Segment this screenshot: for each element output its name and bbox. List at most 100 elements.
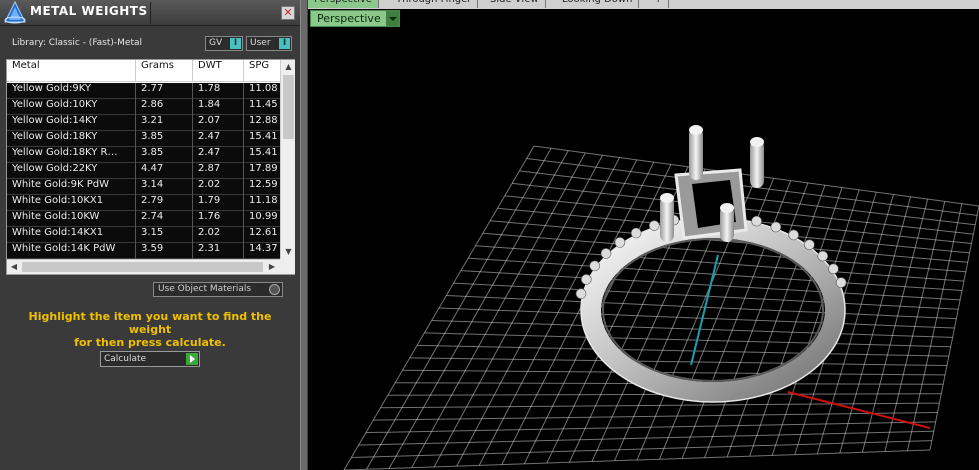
pave-stone xyxy=(630,227,642,239)
scroll-down-icon[interactable]: ▼ xyxy=(281,245,296,259)
column-header-dwt[interactable]: DWT xyxy=(193,60,244,82)
vertical-scroll-thumb[interactable] xyxy=(283,75,294,139)
table-row[interactable]: Yellow Gold:10KY 2.86 1.84 11.45 xyxy=(7,99,280,115)
cell-dwt: 2.47 xyxy=(193,147,244,163)
chevron-down-icon xyxy=(385,11,399,26)
scroll-right-icon[interactable]: ▶ xyxy=(265,260,279,274)
cell-metal: White Gold:10KW xyxy=(7,211,136,227)
table-row[interactable]: White Gold:10KX1 2.79 1.79 11.18 xyxy=(7,195,280,211)
grid-line xyxy=(409,357,947,367)
table-row[interactable]: Yellow Gold:18KY 3.85 2.47 15.41 xyxy=(7,131,280,147)
scroll-left-icon[interactable]: ◀ xyxy=(7,260,21,274)
use-object-materials-label: Use Object Materials xyxy=(158,284,252,294)
pave-stone xyxy=(600,248,612,259)
grid-line xyxy=(771,189,860,456)
cell-grams: 3.85 xyxy=(136,131,193,147)
pave-stone xyxy=(788,229,799,241)
tab-perspective[interactable]: Perspective xyxy=(308,0,379,8)
metal-table: Metal Grams DWT SPG Yellow Gold:9KY 2.77 1… xyxy=(6,59,295,275)
cell-dwt: 2.47 xyxy=(193,131,244,147)
table-row[interactable]: Yellow Gold:18KY R… 3.85 2.47 15.41 xyxy=(7,147,280,163)
app-window: METAL WEIGHTS ✕ Library: Classic - (Fast… xyxy=(0,0,979,470)
pave-stone xyxy=(575,288,587,299)
cell-spg: 11.45 xyxy=(249,99,278,110)
view-selector-dropdown[interactable]: Perspective xyxy=(310,10,400,27)
pave-stone xyxy=(817,250,829,262)
cell-metal: White Gold:10KX1 xyxy=(7,195,136,211)
cell-metal: Yellow Gold:18KY R… xyxy=(7,147,136,163)
grid-line xyxy=(906,203,963,451)
prong-tip xyxy=(750,137,764,147)
close-button[interactable]: ✕ xyxy=(281,6,295,20)
scroll-up-icon[interactable]: ▲ xyxy=(281,60,296,74)
panel-title: METAL WEIGHTS xyxy=(30,4,148,18)
table-header: Metal Grams DWT SPG xyxy=(7,60,280,82)
horizontal-scrollbar[interactable]: ◀ ▶ xyxy=(7,259,280,274)
user-toggle[interactable]: User I xyxy=(246,36,292,51)
pave-stone xyxy=(770,221,782,233)
table-row[interactable]: White Gold:14KX1 3.15 2.02 12.61 xyxy=(7,227,280,243)
horizontal-scroll-thumb[interactable] xyxy=(22,262,263,272)
cell-dwt: 1.76 xyxy=(193,211,244,227)
prong-tip xyxy=(689,125,703,135)
table-row[interactable]: White Gold:10KW 2.74 1.76 10.99 xyxy=(7,211,280,227)
pave-stone xyxy=(648,220,660,231)
pave-stone xyxy=(614,237,626,248)
library-label: Library: Classic - (Fast)-Metal xyxy=(12,38,143,48)
panel-splitter[interactable] xyxy=(300,0,308,470)
tab-side-view[interactable]: Side View xyxy=(484,0,546,8)
tab-looking-down[interactable]: Looking Down xyxy=(556,0,640,8)
cell-dwt: 2.87 xyxy=(193,163,244,179)
play-arrow-icon xyxy=(186,353,198,365)
prong xyxy=(689,128,703,180)
pave-stone xyxy=(828,263,839,275)
cell-dwt: 1.78 xyxy=(193,83,244,99)
table-row[interactable]: White Gold:14K PdW 3.59 2.31 14.37 xyxy=(7,243,280,259)
cell-spg: 11.18 xyxy=(249,195,278,206)
cell-grams: 2.77 xyxy=(136,83,193,99)
ring-shank xyxy=(581,218,845,402)
viewport-scene xyxy=(343,125,979,470)
cell-dwt: 2.02 xyxy=(193,179,244,195)
cell-dwt: 2.02 xyxy=(193,227,244,243)
cell-grams: 3.15 xyxy=(136,227,193,243)
calculate-label: Calculate xyxy=(104,354,147,364)
table-row[interactable]: White Gold:9K PdW 3.14 2.02 12.59 xyxy=(7,179,280,195)
grid-line xyxy=(373,411,938,421)
pave-stone xyxy=(751,215,762,227)
tab-add[interactable]: + xyxy=(648,0,670,8)
viewport-grid xyxy=(343,145,979,470)
radio-icon xyxy=(269,284,280,295)
table-row[interactable]: Yellow Gold:14KY 3.21 2.07 12.88 xyxy=(7,115,280,131)
help-text-line: for then press calculate. xyxy=(74,336,226,349)
cell-dwt: 1.79 xyxy=(193,195,244,211)
help-text: Highlight the item you want to find the … xyxy=(12,310,288,349)
column-header-spg[interactable]: SPG xyxy=(244,60,280,82)
table-row[interactable]: Yellow Gold:9KY 2.77 1.78 11.08 xyxy=(7,83,280,99)
cell-metal: White Gold:14K PdW xyxy=(7,243,136,259)
calculate-button[interactable]: Calculate xyxy=(100,351,200,367)
tab-through-finger[interactable]: Through Finger xyxy=(390,0,479,8)
use-object-materials-option[interactable]: Use Object Materials xyxy=(153,282,283,297)
cell-spg: 12.61 xyxy=(249,227,278,238)
cell-grams: 3.14 xyxy=(136,179,193,195)
cell-metal: White Gold:14KX1 xyxy=(7,227,136,243)
column-header-metal[interactable]: Metal xyxy=(7,60,136,82)
cell-metal: Yellow Gold:14KY xyxy=(7,115,136,131)
cell-grams: 2.79 xyxy=(136,195,193,211)
cell-dwt: 1.84 xyxy=(193,99,244,115)
cell-spg: 12.59 xyxy=(249,179,278,190)
table-row[interactable]: Yellow Gold:22KY 4.47 2.87 17.89 xyxy=(7,163,280,179)
vertical-scrollbar[interactable]: ▲ ▼ xyxy=(280,60,295,259)
3d-viewport[interactable]: Perspective Through Finger Side View Loo… xyxy=(308,0,979,470)
column-header-grams[interactable]: Grams xyxy=(136,60,193,82)
view-selector-label: Perspective xyxy=(317,12,381,25)
cell-grams: 4.47 xyxy=(136,163,193,179)
gv-toggle-label: GV xyxy=(209,38,223,48)
cell-spg: 15.41 xyxy=(249,147,278,158)
prong-tip xyxy=(720,203,734,213)
app-logo-icon xyxy=(4,1,26,24)
view-tabbar: Perspective Through Finger Side View Loo… xyxy=(308,0,979,9)
gv-toggle[interactable]: GV I xyxy=(205,36,243,51)
gv-toggle-switch-icon: I xyxy=(230,38,241,49)
